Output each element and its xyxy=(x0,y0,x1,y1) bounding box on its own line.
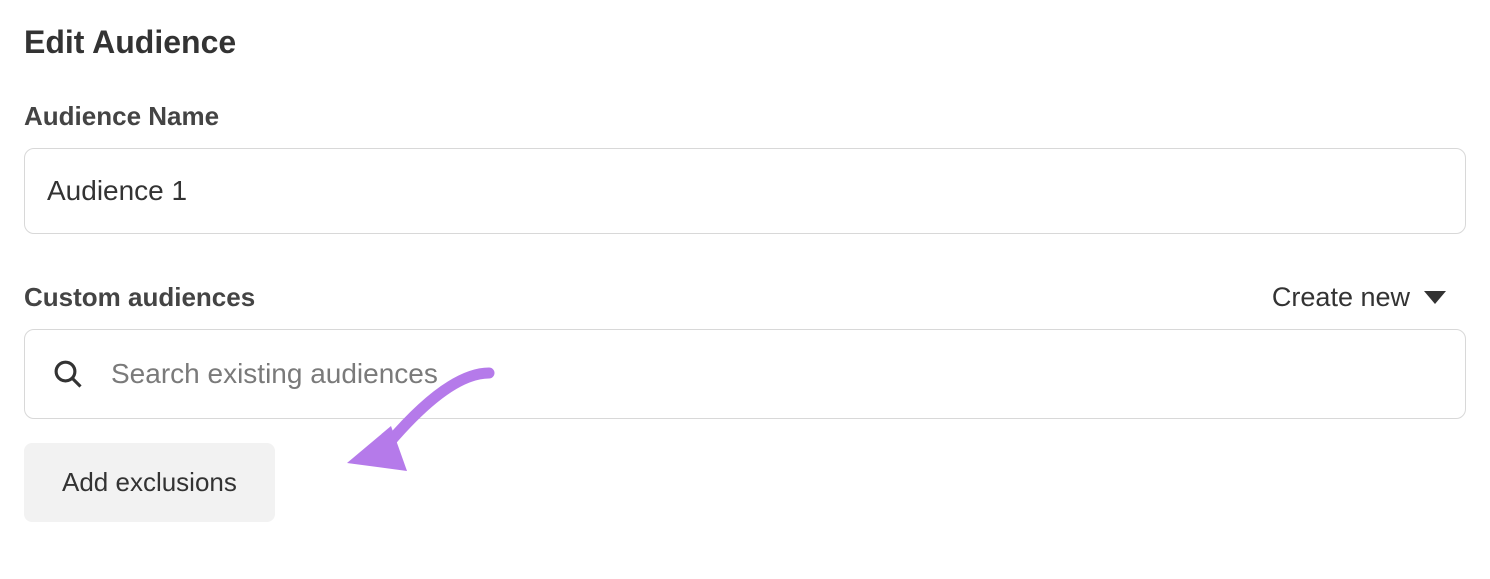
audience-name-input[interactable] xyxy=(24,148,1466,234)
search-icon xyxy=(53,359,83,389)
create-new-label: Create new xyxy=(1272,282,1410,313)
add-exclusions-button[interactable]: Add exclusions xyxy=(24,443,275,522)
caret-down-icon xyxy=(1424,291,1446,304)
create-new-dropdown[interactable]: Create new xyxy=(1272,282,1466,313)
search-audiences-box[interactable] xyxy=(24,329,1466,419)
custom-audiences-label: Custom audiences xyxy=(24,282,255,313)
page-title: Edit Audience xyxy=(24,24,1466,61)
search-audiences-input[interactable] xyxy=(111,358,1437,390)
audience-name-label: Audience Name xyxy=(24,101,1466,132)
